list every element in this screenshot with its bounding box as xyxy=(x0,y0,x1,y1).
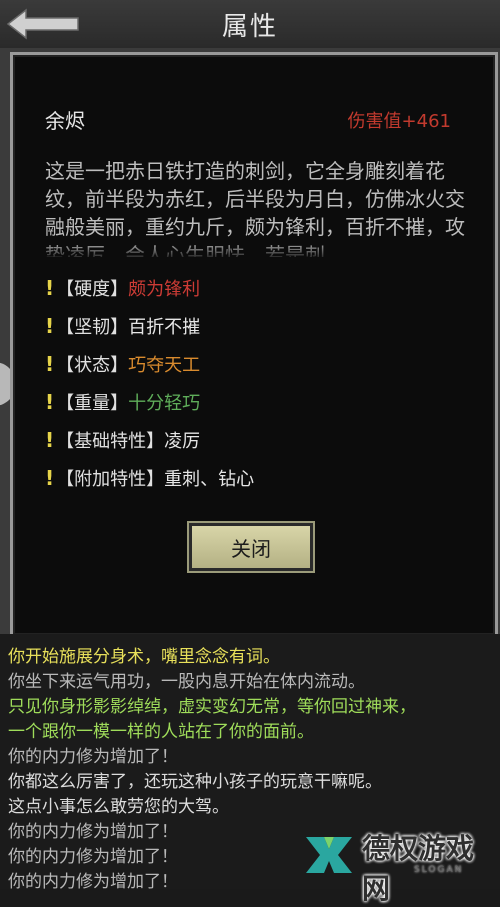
exclamation-icon: ! xyxy=(45,352,55,376)
log-line: 你的内力修为增加了！ xyxy=(8,822,178,842)
exclamation-icon: ! xyxy=(45,466,55,490)
attr-extra-trait: ! 【附加特性】 重刺、钻心 xyxy=(45,459,254,497)
attr-key: 【重量】 xyxy=(56,393,129,414)
item-attribute-dialog: 余烬 伤害值+461 这是一把赤日铁打造的刺剑，它全身雕刻着花纹，前半段为赤红，… xyxy=(10,52,498,638)
attr-state: ! 【状态】 巧夺天工 xyxy=(45,345,254,383)
log-line: 一个跟你一模一样的人站在了你的面前。 xyxy=(8,722,314,742)
log-line: 你开始施展分身术，嘴里念念有词。 xyxy=(8,647,280,667)
item-name: 余烬 xyxy=(45,109,85,133)
exclamation-icon: ! xyxy=(45,428,55,452)
log-line: 你坐下来运气用功，一股内息开始在体内流动。 xyxy=(8,672,365,692)
attr-toughness: ! 【坚韧】 百折不摧 xyxy=(45,307,254,345)
log-line: 你的内力修为增加了！ xyxy=(8,847,178,867)
watermark: 德权游戏网 SLOGAN xyxy=(302,821,492,905)
log-line: 只见你身形影影绰绰，虚实变幻无常，等你回过神来， xyxy=(8,697,416,717)
attr-value: 颇为锋利 xyxy=(128,279,201,300)
close-button[interactable]: 关闭 xyxy=(187,521,315,573)
attr-weight: ! 【重量】 十分轻巧 xyxy=(45,383,254,421)
attr-key: 【硬度】 xyxy=(56,279,129,300)
attribute-list: ! 【硬度】 颇为锋利 ! 【坚韧】 百折不摧 ! 【状态】 巧夺天工 ! 【重… xyxy=(45,269,254,497)
attr-value: 重刺、钻心 xyxy=(164,469,255,490)
attr-key: 【基础特性】 xyxy=(56,431,165,452)
log-line: 这点小事怎么敢劳您的大驾。 xyxy=(8,797,229,817)
log-line: 你的内力修为增加了！ xyxy=(8,872,178,892)
attr-value: 凌厉 xyxy=(164,431,201,452)
description-fade xyxy=(45,241,471,261)
watermark-logo-icon xyxy=(306,837,352,873)
top-bar: 属性 xyxy=(0,0,500,49)
attr-key: 【坚韧】 xyxy=(56,317,129,338)
exclamation-icon: ! xyxy=(45,314,55,338)
attr-value: 百折不摧 xyxy=(128,317,201,338)
attr-base-trait: ! 【基础特性】 凌厉 xyxy=(45,421,254,459)
exclamation-icon: ! xyxy=(45,390,55,414)
attr-value: 巧夺天工 xyxy=(128,355,201,376)
exclamation-icon: ! xyxy=(45,276,55,300)
log-line: 你都这么厉害了，还玩这种小孩子的玩意干嘛呢。 xyxy=(8,772,382,792)
attr-key: 【附加特性】 xyxy=(56,469,165,490)
attr-value: 十分轻巧 xyxy=(128,393,201,414)
watermark-slogan: SLOGAN xyxy=(414,865,464,875)
log-line: 你的内力修为增加了！ xyxy=(8,747,178,767)
page-title: 属性 xyxy=(221,12,278,42)
attr-key: 【状态】 xyxy=(56,355,129,376)
damage-value: 伤害值+461 xyxy=(347,111,451,132)
attr-hardness: ! 【硬度】 颇为锋利 xyxy=(45,269,254,307)
